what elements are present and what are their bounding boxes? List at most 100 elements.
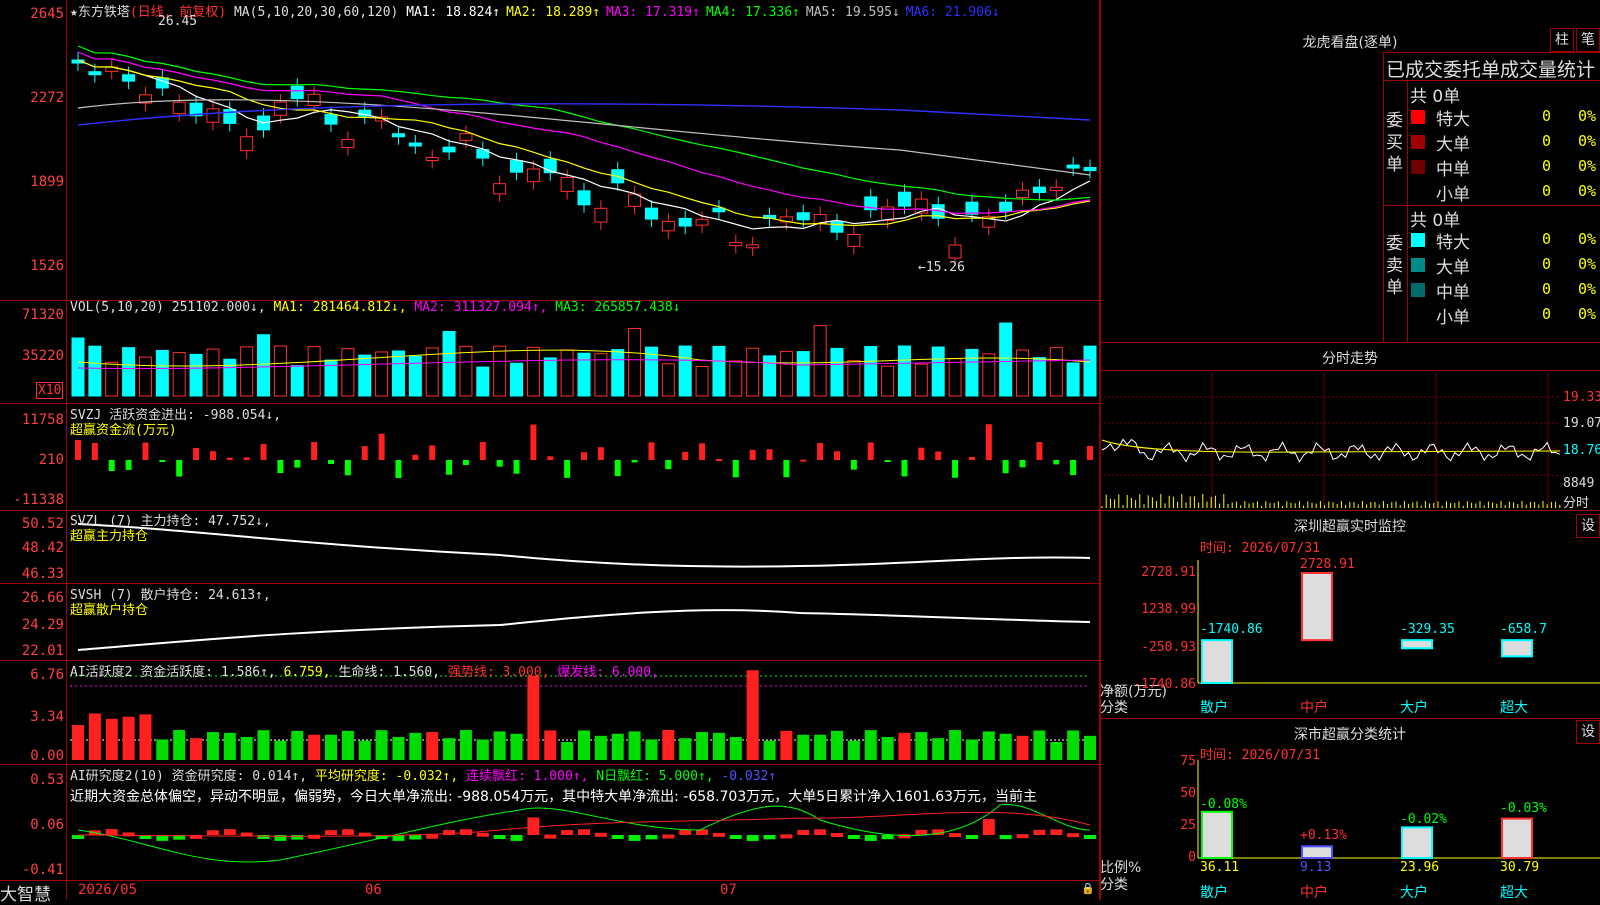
ma-label: MA(5,10,20,30,60,120) bbox=[233, 5, 399, 20]
volume-bar bbox=[122, 347, 136, 397]
brand-logo[interactable]: 大智慧 bbox=[0, 880, 51, 905]
classify-settings-button[interactable]: 设 bbox=[1576, 720, 1600, 744]
tick-view-button[interactable]: 笔 bbox=[1576, 28, 1600, 52]
main-holding-line bbox=[77, 523, 1091, 568]
fund-flow-bar bbox=[1087, 445, 1093, 460]
classify-bar-delta: -0.03% bbox=[1500, 801, 1547, 816]
research-bar bbox=[628, 835, 641, 841]
activity-bar bbox=[443, 738, 456, 760]
activity-bar bbox=[561, 741, 574, 760]
candle-body bbox=[695, 218, 709, 226]
fund-flow-bar bbox=[75, 440, 81, 460]
y-label: 3.34 bbox=[30, 709, 64, 725]
main-chart-header: ★东方铁塔(日线, 前复权) MA(5,10,20,30,60,120) MA1… bbox=[70, 1, 1006, 20]
volume-bar bbox=[999, 322, 1013, 397]
activity-bar bbox=[223, 732, 236, 760]
volume-bar bbox=[408, 355, 422, 397]
research-bar bbox=[122, 832, 135, 837]
volume-bar bbox=[661, 363, 675, 397]
fund-flow-bar bbox=[1036, 442, 1043, 460]
research-bar bbox=[105, 829, 118, 835]
volume-bar bbox=[864, 345, 878, 397]
research-bar bbox=[1084, 835, 1096, 839]
candle-body bbox=[408, 142, 422, 147]
bar-view-button[interactable]: 柱 bbox=[1550, 28, 1574, 52]
volume-bar bbox=[459, 345, 473, 397]
volume-bar bbox=[476, 366, 490, 397]
volume-bar bbox=[493, 345, 507, 397]
classify-y-label: 75 bbox=[1180, 754, 1196, 769]
research-bar bbox=[915, 829, 928, 835]
classify-axis-caption: 分类 bbox=[1100, 877, 1128, 893]
fund-flow-bar bbox=[665, 460, 672, 470]
fund-flow-bar bbox=[800, 459, 807, 462]
candle-body bbox=[442, 146, 456, 153]
activity-bar bbox=[476, 739, 489, 760]
order-type-0: 特大 bbox=[1436, 233, 1470, 253]
order-count: 0 bbox=[1542, 255, 1552, 273]
research-bar bbox=[510, 835, 523, 841]
activity-bar bbox=[1067, 730, 1080, 760]
ma5-value: MA5: 19.595↓ bbox=[805, 5, 900, 20]
y-label: 1899 bbox=[30, 174, 64, 190]
activity-bar bbox=[173, 730, 186, 760]
retail-holding-line bbox=[77, 609, 1091, 651]
volume-bar bbox=[341, 348, 355, 397]
monitor-settings-button[interactable]: 设 bbox=[1576, 514, 1600, 538]
candle-body bbox=[830, 221, 844, 233]
volume-bar bbox=[240, 346, 254, 397]
activity-bar bbox=[493, 731, 506, 760]
ai-active-value: AI活跃度2 资金活跃度: 1.586↑, bbox=[70, 665, 276, 680]
fund-flow-bar bbox=[952, 460, 959, 478]
candle-body bbox=[1066, 164, 1080, 169]
activity-bar bbox=[341, 730, 354, 760]
research-bar bbox=[443, 830, 456, 835]
candle-body bbox=[847, 234, 861, 247]
fund-flow-bar bbox=[749, 449, 756, 460]
activity-bar bbox=[965, 739, 978, 760]
candle-body bbox=[594, 207, 608, 223]
research-bar bbox=[1016, 834, 1029, 839]
activity-bar bbox=[459, 730, 472, 760]
fund-flow-bar bbox=[783, 460, 790, 478]
lock-icon[interactable]: 🔒 bbox=[1081, 882, 1095, 895]
activity-bar bbox=[1050, 741, 1063, 760]
research-extra-value: -0.032↑ bbox=[721, 769, 777, 784]
volume-bar bbox=[914, 363, 928, 397]
order-count: 0 bbox=[1542, 132, 1552, 150]
ma1-value: MA1: 18.824↑ bbox=[406, 5, 501, 20]
y-label: 48.42 bbox=[21, 540, 64, 556]
lifeline-value: 生命线: 1.560, bbox=[338, 665, 440, 680]
x-label: 07 bbox=[720, 882, 737, 898]
monitor-y-label: -1740.86 bbox=[1133, 677, 1196, 692]
volume-bar bbox=[358, 354, 372, 397]
research-bar bbox=[847, 835, 860, 839]
activity-bar bbox=[611, 733, 624, 760]
vol-title: VOL(5,10,20) bbox=[70, 300, 164, 315]
order-percent: 0% bbox=[1578, 132, 1597, 150]
divider bbox=[1383, 80, 1600, 81]
activity-bar bbox=[696, 732, 709, 760]
fund-flow-bar bbox=[294, 460, 301, 468]
fund-flow-bar bbox=[631, 460, 638, 463]
classify-category: 超大 bbox=[1500, 885, 1528, 901]
color-swatch bbox=[1411, 308, 1425, 322]
stock-name[interactable]: 东方铁塔 bbox=[78, 5, 130, 20]
order-count: 0 bbox=[1542, 305, 1552, 323]
svsh-subtitle: 超赢散户持仓 bbox=[70, 603, 149, 618]
color-swatch bbox=[1411, 258, 1425, 272]
candle-body bbox=[493, 183, 507, 195]
volume-bar bbox=[71, 337, 85, 397]
volume-bar bbox=[1049, 346, 1063, 397]
research-bar bbox=[392, 835, 405, 841]
fund-flow-bar bbox=[429, 445, 436, 460]
intraday-vol-label: 8849 bbox=[1563, 476, 1595, 491]
candle-body bbox=[122, 74, 136, 82]
activity-bar bbox=[88, 713, 101, 760]
volume-bar bbox=[257, 334, 271, 397]
fund-flow-bar bbox=[344, 460, 351, 476]
volume-bar bbox=[1016, 349, 1030, 397]
activity-bar bbox=[662, 730, 675, 760]
y-label: 2272 bbox=[30, 90, 64, 106]
fund-flow-bar bbox=[530, 424, 537, 460]
